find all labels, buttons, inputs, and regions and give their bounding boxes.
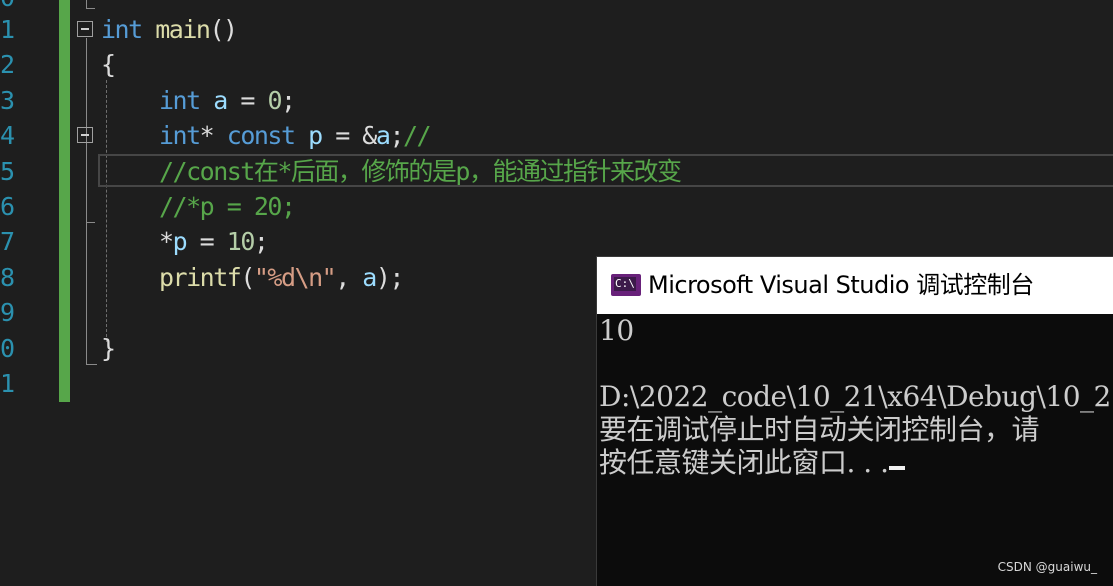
code-line[interactable]: { xyxy=(101,47,116,83)
code-line[interactable]: //const在*后面，修饰的是p，能通过指针来改变 xyxy=(159,154,682,190)
line-number: 1 xyxy=(0,15,16,44)
code-token: = xyxy=(226,86,268,115)
code-token: "%d\n" xyxy=(253,263,337,292)
console-output-line: 10 xyxy=(599,314,634,347)
code-token: ( xyxy=(240,263,255,292)
line-number: 3 xyxy=(0,86,16,115)
console-titlebar[interactable]: C:\ Microsoft Visual Studio 调试控制台 xyxy=(597,257,1113,314)
line-number: 1 xyxy=(0,369,16,398)
console-app-icon: C:\ xyxy=(611,274,641,296)
code-token: , xyxy=(335,263,363,292)
code-token: a xyxy=(362,263,377,292)
code-token: ); xyxy=(375,263,405,292)
code-token: } xyxy=(101,334,116,363)
line-number: 8 xyxy=(0,263,16,292)
outline-guide xyxy=(86,38,87,364)
code-token: 0 xyxy=(267,86,282,115)
collapse-toggle[interactable] xyxy=(77,21,93,37)
outline-guide xyxy=(86,0,87,8)
code-line[interactable]: } xyxy=(101,331,116,367)
code-token: = xyxy=(186,227,227,256)
line-number: 5 xyxy=(0,157,16,186)
code-token: { xyxy=(101,50,116,79)
console-prompt-text: 按任意键关闭此窗口. . . xyxy=(599,446,889,479)
collapse-toggle[interactable] xyxy=(77,127,93,143)
console-output-line: 按任意键关闭此窗口. . . xyxy=(599,447,905,479)
code-line[interactable]: int a = 0; xyxy=(159,83,296,119)
line-number: 7 xyxy=(0,227,16,256)
line-number: 4 xyxy=(0,121,16,150)
code-token: * xyxy=(159,227,174,256)
code-token: p xyxy=(172,227,188,256)
code-token: ; xyxy=(389,121,404,150)
code-token: () xyxy=(209,15,238,44)
change-tracking-bar xyxy=(59,0,70,402)
code-token: //*p = 20; xyxy=(159,192,296,221)
code-token: a xyxy=(213,86,228,115)
console-output-line: 要在调试停止时自动关闭控制台，请 xyxy=(599,413,1040,446)
code-line[interactable]: *p = 10; xyxy=(159,224,269,260)
code-token: int xyxy=(101,15,143,44)
line-number: 2 xyxy=(0,50,16,79)
watermark: CSDN @guaiwu_ xyxy=(997,560,1097,574)
line-number: 0 xyxy=(0,334,16,363)
code-token: a xyxy=(375,121,391,150)
debug-console-window[interactable]: C:\ Microsoft Visual Studio 调试控制台 10 D:\… xyxy=(596,256,1113,586)
code-line[interactable]: int* const p = &a;// xyxy=(159,118,432,154)
code-token: int xyxy=(159,86,201,115)
outline-guide xyxy=(86,364,97,365)
code-token: int xyxy=(159,121,201,150)
code-token: main xyxy=(155,15,211,44)
line-number: 6 xyxy=(0,192,16,221)
code-line[interactable]: //*p = 20; xyxy=(159,189,296,225)
outline-guide xyxy=(86,8,95,9)
code-token: p xyxy=(308,121,323,150)
code-line[interactable]: int main() xyxy=(101,12,238,48)
code-token: 10 xyxy=(226,227,256,256)
code-token: const xyxy=(226,121,296,150)
code-token: ; xyxy=(281,86,296,115)
code-token: ; xyxy=(253,227,269,256)
console-app-icon-text: C:\ xyxy=(614,277,636,291)
code-token: * xyxy=(199,121,227,150)
code-token: // xyxy=(403,121,432,150)
code-token: = & xyxy=(321,121,377,150)
code-line[interactable]: printf("%d\n", a); xyxy=(159,260,405,296)
console-title: Microsoft Visual Studio 调试控制台 xyxy=(648,271,1034,299)
code-token: //const在*后面，修饰的是p，能通过指针来改变 xyxy=(159,157,682,186)
console-output-line: D:\2022_code\10_21\x64\Debug\10_2 xyxy=(599,380,1111,413)
outline-guide xyxy=(86,222,95,223)
indent-guide xyxy=(106,80,107,342)
code-token: printf xyxy=(159,263,242,292)
line-number: 9 xyxy=(0,298,16,327)
text-cursor xyxy=(888,466,905,470)
